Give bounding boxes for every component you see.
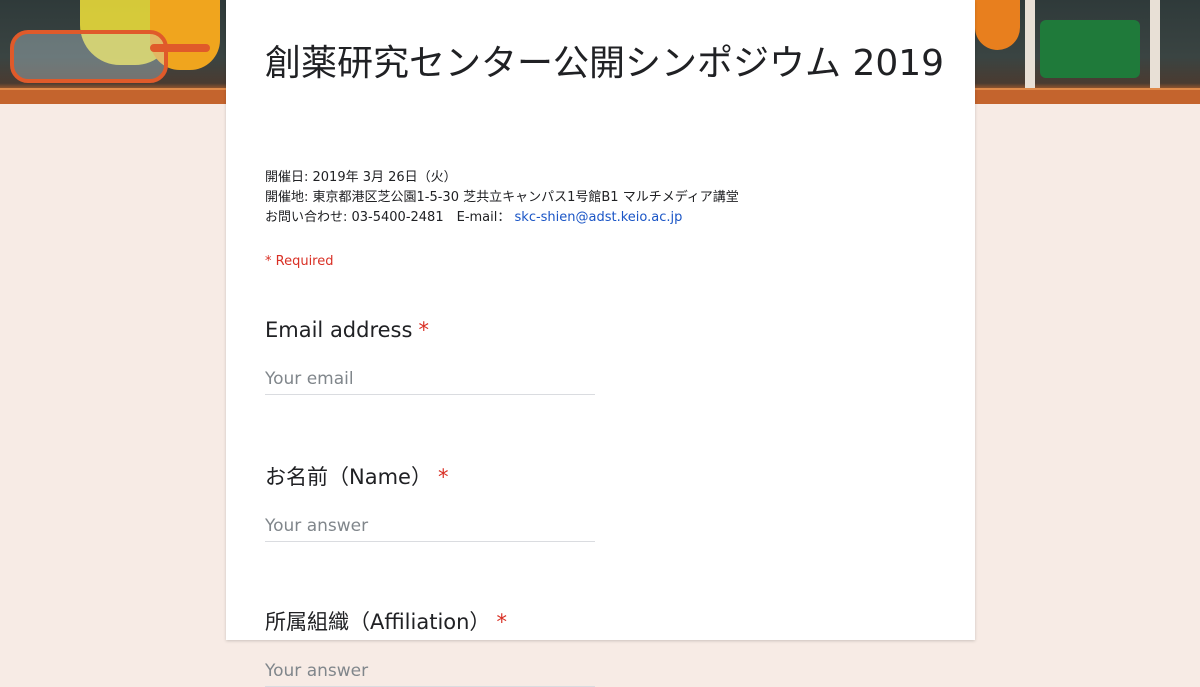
contact-email-link[interactable]: skc-shien@adst.keio.ac.jp xyxy=(515,210,683,225)
form-description: 開催日: 2019年 3月 26日（火） 開催地: 東京都港区芝公園1-5-30… xyxy=(265,168,739,228)
email-input[interactable] xyxy=(265,364,595,395)
form-title: 創薬研究センター公開シンポジウム 2019 xyxy=(265,43,945,84)
contact-text: お問い合わせ: 03-5400-2481 E-mail： xyxy=(265,210,511,225)
question-label-text: お名前（Name） xyxy=(265,465,432,489)
event-date: 開催日: 2019年 3月 26日（火） xyxy=(265,170,457,185)
required-mark: * xyxy=(496,610,507,634)
question-name: お名前（Name） * xyxy=(265,463,595,542)
event-venue: 開催地: 東京都港区芝公園1-5-30 芝共立キャンパス1号館B1 マルチメディ… xyxy=(265,190,739,205)
lab-stand-illustration xyxy=(1150,0,1160,88)
event-contact: お問い合わせ: 03-5400-2481 E-mail： skc-shien@a… xyxy=(265,208,739,228)
flask-illustration xyxy=(975,0,1020,50)
required-note: * Required xyxy=(265,254,334,269)
question-label: Email address * xyxy=(265,316,595,344)
goggles-illustration xyxy=(10,30,168,83)
question-label-text: 所属組織（Affiliation） xyxy=(265,610,491,634)
affiliation-input[interactable] xyxy=(265,656,595,687)
question-label: 所属組織（Affiliation） * xyxy=(265,608,595,636)
lab-stand-illustration xyxy=(1025,0,1035,88)
goggles-strap-illustration xyxy=(150,44,210,52)
question-affiliation: 所属組織（Affiliation） * xyxy=(265,608,595,687)
required-mark: * xyxy=(437,465,449,489)
question-label: お名前（Name） * xyxy=(265,463,595,491)
form-card: 創薬研究センター公開シンポジウム 2019 開催日: 2019年 3月 26日（… xyxy=(226,0,975,687)
question-email: Email address * xyxy=(265,316,595,395)
beaker-illustration xyxy=(1040,20,1140,78)
required-mark: * xyxy=(418,318,429,342)
question-label-text: Email address xyxy=(265,318,413,342)
name-input[interactable] xyxy=(265,511,595,542)
